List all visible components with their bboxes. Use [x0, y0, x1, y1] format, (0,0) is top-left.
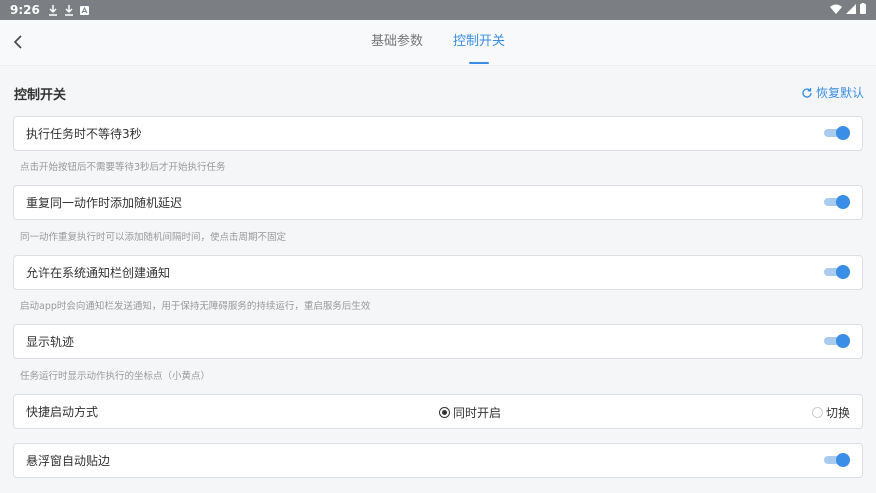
status-icons — [830, 3, 866, 17]
toggle-show-trace[interactable] — [824, 334, 850, 348]
toggle-no-wait-3s[interactable] — [824, 126, 850, 140]
setting-description: 点击开始按钮后不需要等待3秒后才开始执行任务 — [20, 162, 226, 173]
radio-checked-icon — [439, 407, 450, 418]
setting-label: 允许在系统通知栏创建通知 — [26, 266, 171, 280]
tab-control-switches[interactable]: 控制开关 — [453, 20, 505, 66]
toggle-float-auto-snap[interactable] — [824, 453, 850, 467]
toggle-knob — [836, 265, 850, 279]
setting-float-auto-snap: 悬浮窗自动贴边 — [13, 443, 863, 478]
download-icon — [64, 4, 74, 16]
setting-description: 同一动作重复执行时可以添加随机间隔时间，使点击周期不固定 — [20, 232, 287, 243]
setting-description: 任务运行时显示动作执行的坐标点（小黄点） — [20, 371, 211, 382]
toggle-notification[interactable] — [824, 265, 850, 279]
radio-unchecked-icon — [811, 407, 823, 418]
setting-description: 启动app时会向通知栏发送通知，用于保持无障碍服务的持续运行，重启服务后生效 — [20, 301, 371, 312]
radio-label: 同时开启 — [453, 406, 502, 420]
setting-label: 重复同一动作时添加随机延迟 — [26, 196, 183, 210]
text-app-icon — [80, 5, 90, 15]
toggle-knob — [836, 453, 850, 467]
signal-icon — [846, 3, 856, 17]
status-bar: 9:26 — [0, 0, 876, 20]
setting-show-trace: 显示轨迹 — [13, 324, 863, 359]
radio-simultaneous[interactable]: 同时开启 — [439, 404, 501, 421]
tab-bar: 基础参数 控制开关 — [0, 20, 876, 66]
setting-label: 悬浮窗自动贴边 — [26, 454, 111, 468]
refresh-icon — [802, 87, 812, 98]
download-icon — [48, 4, 58, 16]
toggle-knob — [836, 334, 850, 348]
radio-label: 切换 — [825, 406, 850, 420]
setting-no-wait-3s: 执行任务时不等待3秒 — [13, 116, 863, 151]
setting-label: 快捷启动方式 — [26, 405, 99, 419]
tab-basic-params[interactable]: 基础参数 — [371, 20, 423, 66]
reset-default-label: 恢复默认 — [815, 86, 864, 100]
setting-random-delay: 重复同一动作时添加随机延迟 — [13, 185, 863, 220]
reset-default-button[interactable]: 恢复默认 — [801, 84, 864, 101]
radio-switch[interactable]: 切换 — [811, 404, 850, 421]
setting-label: 显示轨迹 — [26, 335, 75, 349]
setting-label: 执行任务时不等待3秒 — [26, 127, 142, 141]
toggle-knob — [836, 126, 850, 140]
setting-notification: 允许在系统通知栏创建通知 — [13, 255, 863, 290]
toggle-random-delay[interactable] — [824, 195, 850, 209]
top-app-bar: 基础参数 控制开关 — [0, 20, 876, 66]
setting-quick-start-mode: 快捷启动方式 同时开启 切换 — [13, 394, 863, 429]
battery-icon — [860, 3, 866, 17]
toggle-knob — [836, 195, 850, 209]
status-time: 9:26 — [10, 3, 40, 17]
wifi-icon — [830, 3, 842, 17]
section-title: 控制开关 — [14, 88, 67, 103]
